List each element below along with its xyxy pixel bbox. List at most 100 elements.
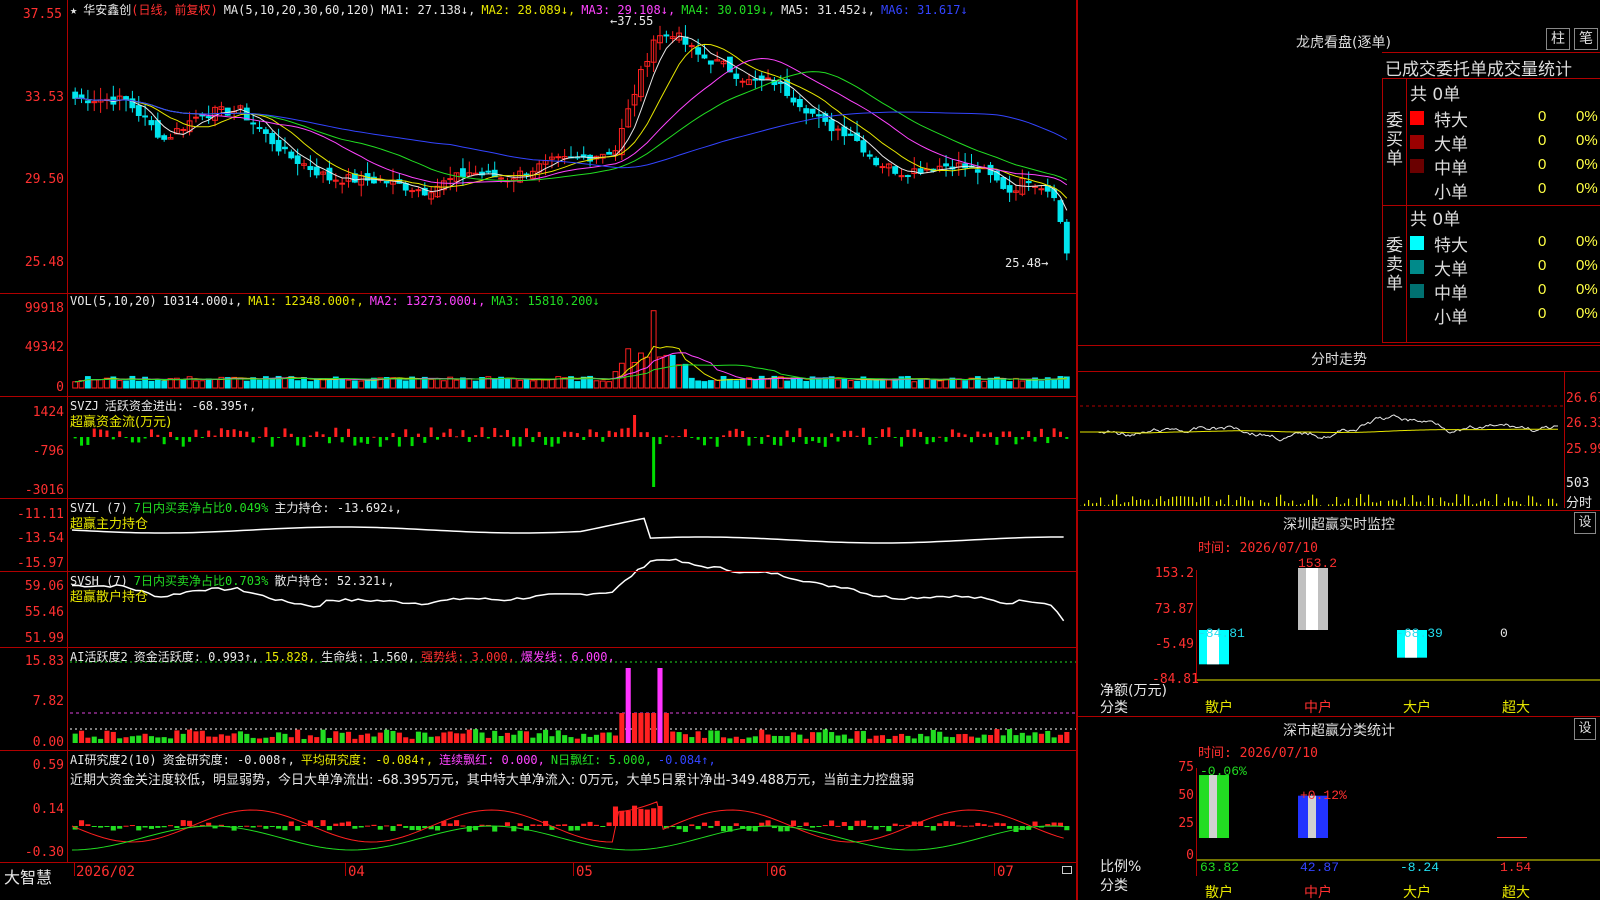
money-flow-bar xyxy=(620,428,624,437)
activity-bar xyxy=(530,737,536,743)
money-flow-bar xyxy=(1065,437,1069,439)
volume-bar xyxy=(669,354,676,389)
money-flow-bar xyxy=(779,437,783,446)
ai-research-red-streak: 连续飘红: 0.000, xyxy=(439,753,545,767)
money-flow-bar xyxy=(455,436,459,438)
research-bar xyxy=(129,825,135,827)
activity-bar xyxy=(301,738,307,743)
candle-body xyxy=(135,105,142,116)
money-flow-bar xyxy=(277,437,281,438)
longhu-title: 龙虎看盘(逐单) xyxy=(1296,35,1391,51)
volume-bar xyxy=(555,376,562,389)
sz-monitor-data-label: 153.2 xyxy=(1298,556,1338,571)
intraday-price-line xyxy=(1080,414,1559,442)
volume-bar xyxy=(193,380,199,389)
ai-activity-title[interactable]: AI活跃度2 xyxy=(70,650,128,664)
money-flow-bar xyxy=(639,432,643,437)
money-flow-bar xyxy=(982,433,986,437)
research-bar xyxy=(454,820,460,826)
money-flow-bar xyxy=(537,431,541,437)
volume-bar xyxy=(593,380,600,389)
activity-bar xyxy=(829,732,835,743)
research-bar xyxy=(695,826,701,830)
date-label: 06 xyxy=(770,864,787,880)
activity-bar xyxy=(396,732,402,743)
intraday-volume-bar xyxy=(1480,501,1482,506)
period-label[interactable]: (日线，前复权) xyxy=(131,3,217,17)
buy-side-label: 委买单 xyxy=(1386,111,1403,169)
money-flow-bar xyxy=(73,437,77,439)
volume-bar xyxy=(91,379,98,389)
money-flow-bar xyxy=(912,428,916,437)
money-flow-bar xyxy=(715,437,719,447)
activity-bar xyxy=(91,736,97,743)
volume-bar xyxy=(440,380,447,389)
svzl-ratio: 7日内买卖净占比0.049% xyxy=(133,501,269,515)
money-flow-bar xyxy=(633,415,637,437)
vol-axis-label: 0 xyxy=(56,380,64,395)
volume-bar xyxy=(212,378,218,389)
candle-body xyxy=(790,97,797,103)
sz-monitor-settings-button[interactable]: 设 xyxy=(1574,512,1596,534)
activity-bar xyxy=(441,732,447,743)
research-bar xyxy=(104,826,110,827)
ai-activity-value: 资金活跃度: 0.993↑, xyxy=(133,650,259,664)
bar-view-button[interactable]: 柱 xyxy=(1546,28,1570,50)
activity-bar xyxy=(98,738,104,743)
vol-title[interactable]: VOL(5,10,20) xyxy=(70,294,157,308)
intraday-volume-bar xyxy=(1148,499,1150,506)
money-flow-bar xyxy=(957,432,961,437)
volume-bar xyxy=(256,379,263,389)
stock-name[interactable]: 华安鑫创 xyxy=(83,3,131,17)
research-bar xyxy=(841,822,847,826)
volume-bar xyxy=(1013,377,1019,389)
intraday-volume-bar xyxy=(1420,501,1422,506)
money-flow-bar xyxy=(461,430,465,437)
favorite-star-icon[interactable]: ★ xyxy=(70,3,77,17)
intraday-volume-bar xyxy=(1320,505,1322,506)
candle-body xyxy=(288,151,295,159)
lock-icon[interactable] xyxy=(1062,866,1072,874)
intraday-chart[interactable] xyxy=(1080,372,1564,508)
research-bar xyxy=(600,826,606,827)
activity-bar xyxy=(968,736,975,743)
sell-row-pct: 0% xyxy=(1576,305,1598,322)
research-bar xyxy=(810,826,816,828)
money-flow-bar xyxy=(588,429,592,437)
volume-bar xyxy=(294,380,301,389)
money-flow-bar xyxy=(124,437,128,438)
buy-row-count: 0 xyxy=(1538,132,1547,149)
research-bar xyxy=(403,826,409,828)
intraday-volume-bar xyxy=(1288,503,1290,506)
sell-row-label: 小单 xyxy=(1434,308,1468,328)
activity-bar xyxy=(682,734,688,743)
money-flow-bar xyxy=(919,431,923,437)
research-bar xyxy=(415,826,421,831)
money-flow-bar xyxy=(607,430,611,437)
volume-bar xyxy=(307,381,314,389)
research-bar xyxy=(860,820,866,826)
money-flow-bar xyxy=(130,437,134,443)
activity-bar xyxy=(924,736,930,743)
intraday-volume-bar xyxy=(1344,503,1346,506)
money-flow-bar xyxy=(963,434,967,437)
money-flow-bar xyxy=(397,437,401,447)
ai-research-title[interactable]: AI研究度2(10) xyxy=(70,753,157,767)
sz-stats-bottom-label: 1.54 xyxy=(1500,860,1532,875)
longhu-tabs[interactable]: 已成交委托单成交量统计 xyxy=(1385,55,1572,80)
intraday-volume-bar xyxy=(1432,497,1434,506)
candle-body xyxy=(256,127,263,130)
volume-bar xyxy=(542,379,549,389)
volume-bar xyxy=(866,380,873,389)
candle-body xyxy=(224,107,231,116)
money-flow-bar xyxy=(207,430,211,437)
sz-stats-settings-button[interactable]: 设 xyxy=(1574,718,1596,740)
activity-bar xyxy=(708,730,714,743)
activity-bar xyxy=(365,733,371,743)
volume-bar xyxy=(682,363,689,389)
tick-view-button[interactable]: 笔 xyxy=(1574,28,1598,50)
research-bar xyxy=(835,825,841,827)
intraday-volume-bar xyxy=(1180,496,1182,506)
volume-bar xyxy=(847,380,854,389)
research-bar xyxy=(790,820,797,826)
